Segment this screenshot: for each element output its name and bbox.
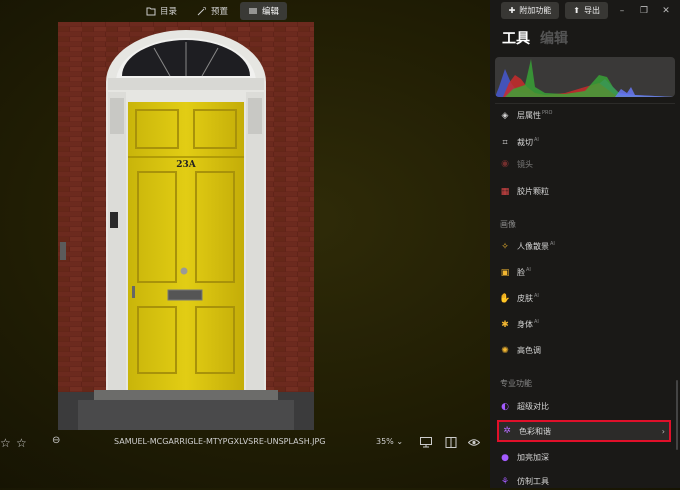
folder-icon (146, 7, 156, 16)
tab-tools[interactable]: 工具 (502, 28, 530, 48)
star-icon[interactable]: ☆ (0, 436, 11, 450)
export-icon: ⬆ (573, 6, 580, 15)
add-feature-button[interactable]: ✚ 附加功能 (500, 2, 560, 19)
tool-film-grain[interactable]: ▦ 胶片颗粒 (500, 183, 672, 200)
magic-wand-icon (197, 7, 207, 16)
dodge-burn-icon: ● (501, 452, 509, 463)
tool-clone[interactable]: ⚘ 仿制工具 (500, 473, 672, 490)
export-button[interactable]: ⬆ 导出 (565, 2, 608, 19)
tool-label: 高色调 (517, 346, 541, 355)
add-feature-label: 附加功能 (519, 6, 552, 15)
tool-super-contrast[interactable]: ◐ 超级对比 (500, 398, 672, 415)
tool-color-harmony[interactable]: ✲ 色彩和谐 › (497, 420, 671, 442)
eye-icon[interactable] (468, 437, 480, 448)
tool-label: 层属性PRO (517, 110, 553, 120)
contrast-icon: ◐ (501, 401, 509, 412)
tool-skin[interactable]: ✋ 皮肤AI (499, 290, 672, 307)
tool-label: 加亮加深 (517, 453, 549, 462)
tool-label: 皮肤AI (517, 293, 539, 303)
tool-label: 人像散景AI (517, 241, 555, 251)
face-icon: ▣ (500, 267, 510, 278)
plus-icon: ✚ (508, 6, 516, 15)
close-icon[interactable]: ✕ (658, 6, 674, 16)
tool-face[interactable]: ▣ 脸AI (500, 264, 672, 281)
tab-presets-label: 预置 (211, 7, 229, 17)
body-icon: ✱ (501, 319, 509, 330)
tab-catalog[interactable]: 目录 (138, 2, 185, 20)
star-icon[interactable]: ☆ (16, 436, 27, 450)
bottom-toolbar: ☆ ☆ ⊖ SAMUEL-MCGARRIGLE-MTYPGXLVSRE-UNSP… (0, 432, 490, 454)
export-label: 导出 (584, 6, 600, 15)
panel-scrollbar[interactable] (676, 380, 678, 450)
tool-crop[interactable]: ⌗ 裁切AI (500, 134, 672, 151)
lens-icon: ◉ (501, 159, 509, 169)
door-photo: 23A (58, 22, 314, 430)
tool-label: 胶片颗粒 (517, 187, 549, 196)
high-key-icon: ✺ (501, 345, 509, 356)
tool-label: 身体AI (517, 319, 539, 329)
chevron-right-icon: › (661, 426, 665, 436)
film-grain-icon: ▦ (500, 186, 510, 197)
tab-edit-panel[interactable]: 编辑 (540, 28, 568, 48)
filename: SAMUEL-MCGARRIGLE-MTYPGXLVSRE-UNSPLASH.J… (114, 437, 326, 446)
tool-layer-properties[interactable]: ◈ 层属性PRO (500, 107, 672, 124)
view-tabs: 目录 预置 编辑 (138, 2, 288, 20)
clone-icon: ⚘ (500, 476, 510, 487)
minimize-icon[interactable]: – (614, 6, 630, 16)
split-view-icon[interactable] (445, 437, 457, 448)
zoom-value: 35% (376, 437, 394, 446)
tool-label: 脸AI (517, 267, 531, 277)
tab-presets[interactable]: 预置 (189, 2, 236, 20)
tool-label: 裁切AI (517, 137, 539, 147)
tools-panel: ✚ 附加功能 ⬆ 导出 – ❐ ✕ 工具 编辑 ◈ 层属性PRO ⌗ 裁切AI … (490, 0, 680, 488)
histogram (495, 57, 675, 97)
tab-edit-label: 编辑 (262, 7, 280, 17)
sliders-icon (249, 8, 258, 14)
color-harmony-icon: ✲ (503, 426, 511, 436)
layers-icon: ◈ (501, 110, 509, 121)
section-pro: 专业功能 (500, 379, 532, 388)
top-toolbar: 目录 预置 编辑 (0, 0, 490, 22)
tool-body[interactable]: ✱ 身体AI (500, 316, 672, 333)
compare-view-icon[interactable] (420, 437, 432, 448)
tool-high-key[interactable]: ✺ 高色调 (500, 342, 672, 359)
section-portrait: 画像 (500, 220, 516, 229)
portrait-bokeh-icon: ✧ (501, 241, 509, 252)
crop-icon: ⌗ (502, 137, 508, 148)
tool-label: 色彩和谐 (519, 426, 551, 436)
tool-lens[interactable]: ◉ 镜头 (500, 158, 672, 170)
maximize-icon[interactable]: ❐ (636, 6, 652, 16)
tool-portrait-bokeh[interactable]: ✧ 人像散景AI (500, 238, 672, 255)
reject-icon[interactable]: ⊖ (52, 435, 60, 446)
tool-label: 超级对比 (517, 402, 549, 411)
house-number: 23A (176, 160, 197, 170)
zoom-level[interactable]: 35% ⌄ (376, 437, 403, 446)
tool-dodge-burn[interactable]: ● 加亮加深 (500, 449, 672, 466)
tab-catalog-label: 目录 (160, 7, 178, 17)
panel-top-bar: ✚ 附加功能 ⬆ 导出 – ❐ ✕ (500, 2, 674, 19)
panel-tabs: 工具 编辑 (502, 28, 568, 48)
tool-label: 镜头 (517, 159, 533, 169)
photo-canvas[interactable]: 23A (58, 22, 314, 430)
tool-label: 仿制工具 (517, 477, 549, 486)
tab-edit[interactable]: 编辑 (240, 2, 288, 20)
divider (495, 103, 675, 104)
skin-icon: ✋ (499, 293, 511, 304)
